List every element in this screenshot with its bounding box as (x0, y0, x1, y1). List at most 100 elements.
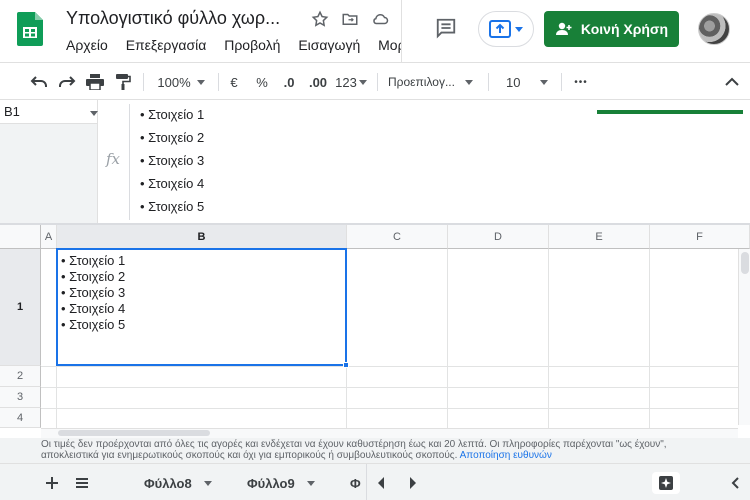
percent-format-button[interactable]: % (252, 71, 272, 93)
header-divider (401, 0, 402, 62)
share-label: Κοινή Χρήση (580, 21, 669, 37)
explore-sparkle-icon (659, 476, 673, 490)
vertical-scrollbar[interactable] (738, 249, 750, 425)
sheet-tab-label: Φ (350, 475, 361, 491)
add-sheet-icon[interactable] (42, 473, 62, 493)
document-title[interactable]: Υπολογιστικό φύλλο χωρ... (66, 8, 291, 29)
redo-icon[interactable] (56, 71, 78, 93)
scroll-tabs-right-icon[interactable] (404, 473, 422, 493)
sheet-tab[interactable]: Φύλλο9 (231, 468, 331, 498)
chevron-down-icon (203, 480, 212, 486)
row-header-1[interactable]: 1 (0, 249, 41, 366)
chevron-down-icon[interactable] (90, 111, 98, 116)
share-button[interactable]: Κοινή Χρήση (544, 11, 679, 47)
chevron-down-icon (358, 79, 367, 85)
font-size-select[interactable]: 10 (500, 71, 552, 93)
explore-button[interactable] (652, 472, 680, 494)
grid-line (41, 366, 738, 367)
column-header-f[interactable]: F (650, 225, 750, 249)
zoom-select[interactable]: 100% (150, 71, 212, 93)
chevron-down-icon (540, 79, 549, 85)
grid-line (41, 408, 738, 409)
decrease-decimals-button[interactable]: .0 (278, 71, 300, 93)
more-formats-label: 123 (335, 74, 357, 90)
spreadsheet-app: Υπολογιστικό φύλλο χωρ... Αρχείο Επεξεργ… (0, 0, 750, 500)
disclaimer-link[interactable]: Αποποίηση ευθυνών (460, 450, 552, 461)
select-all-corner[interactable] (0, 225, 41, 249)
cell-line: • Στοιχείο 2 (61, 269, 126, 284)
column-header-b[interactable]: B (57, 225, 347, 249)
row-header-3[interactable]: 3 (0, 387, 41, 408)
fx-icon: fx (106, 150, 121, 168)
all-sheets-icon[interactable] (72, 473, 92, 493)
menu-edit[interactable]: Επεξεργασία (126, 37, 207, 53)
sheet-tab-bar: Φύλλο8 Φύλλο9 Φ (0, 463, 750, 500)
grid-line (649, 249, 650, 428)
formula-divider (129, 104, 130, 220)
formula-line: • Στοιχείο 2 (140, 130, 205, 145)
formula-line: • Στοιχείο 5 (140, 199, 205, 214)
app-header: Υπολογιστικό φύλλο χωρ... Αρχείο Επεξεργ… (0, 0, 750, 62)
menu-format[interactable]: Μορ (378, 37, 402, 53)
collapse-side-panel-icon[interactable] (726, 473, 744, 493)
grid-line (41, 387, 738, 388)
horizontal-scrollbar-thumb[interactable] (58, 430, 210, 436)
present-button[interactable] (478, 11, 534, 47)
sheet-tab[interactable]: Φύλλο8 (128, 468, 228, 498)
toolbar-separator (143, 73, 144, 91)
sheet-tab-label: Φύλλο9 (247, 475, 295, 491)
currency-format-button[interactable]: € (224, 71, 244, 93)
chevron-down-icon (306, 480, 315, 486)
chevron-down-icon (464, 79, 473, 85)
font-select[interactable]: Προεπιλογ... (388, 71, 480, 93)
grid-line (548, 249, 549, 428)
tab-divider (366, 464, 367, 500)
column-header-c[interactable]: C (347, 225, 448, 249)
scroll-tabs-left-icon[interactable] (372, 473, 390, 493)
cell-line: • Στοιχείο 5 (61, 317, 126, 332)
star-icon[interactable] (310, 9, 330, 29)
toolbar-separator (488, 73, 489, 91)
cell-line: • Στοιχείο 1 (61, 253, 126, 268)
cell-line: • Στοιχείο 4 (61, 301, 126, 316)
column-header-e[interactable]: E (549, 225, 650, 249)
vertical-scrollbar-thumb[interactable] (741, 252, 749, 274)
paint-format-icon[interactable] (112, 71, 134, 93)
avatar[interactable] (698, 13, 730, 45)
sheet-tab-label: Φύλλο8 (144, 475, 192, 491)
undo-icon[interactable] (28, 71, 50, 93)
toolbar-separator (377, 73, 378, 91)
menu-view[interactable]: Προβολή (224, 37, 280, 53)
menu-file[interactable]: Αρχείο (66, 37, 108, 53)
print-icon[interactable] (84, 71, 106, 93)
name-box[interactable]: B1 (0, 100, 98, 124)
grid-line (447, 249, 448, 428)
disclaimer-text: Οι τιμές δεν προέρχονται από όλες τις αγ… (41, 439, 667, 461)
toolbar-separator (218, 73, 219, 91)
chevron-down-icon (196, 79, 205, 85)
formula-line: • Στοιχείο 3 (140, 153, 205, 168)
move-to-folder-icon[interactable] (340, 9, 360, 29)
font-value: Προεπιλογ... (388, 75, 455, 89)
menu-bar: Αρχείο Επεξεργασία Προβολή Εισαγωγή Μορ (66, 37, 402, 55)
column-header-a[interactable]: A (41, 225, 57, 249)
collapse-chevron-up-icon[interactable] (722, 71, 742, 93)
column-header-d[interactable]: D (448, 225, 549, 249)
formula-bar-input[interactable]: • Στοιχείο 1 • Στοιχείο 2 • Στοιχείο 3 •… (140, 103, 204, 218)
data-disclaimer-notice: Οι τιμές δεν προέρχονται από όλες τις αγ… (0, 438, 750, 463)
more-formats-select[interactable]: 123 (334, 71, 368, 93)
loading-progress-bar (597, 110, 743, 114)
formula-line: • Στοιχείο 4 (140, 176, 205, 191)
increase-decimals-button[interactable]: .00 (306, 71, 330, 93)
sheets-logo-icon[interactable] (17, 12, 43, 46)
more-options-button[interactable]: ••• (568, 71, 594, 93)
name-box-area (0, 124, 98, 224)
row-header-4[interactable]: 4 (0, 408, 41, 428)
selected-cell-b1[interactable]: • Στοιχείο 1 • Στοιχείο 2 • Στοιχείο 3 •… (56, 248, 347, 366)
fill-handle[interactable] (343, 362, 349, 368)
comments-icon[interactable] (433, 15, 459, 41)
cloud-saved-icon[interactable] (370, 9, 390, 29)
menu-insert[interactable]: Εισαγωγή (298, 37, 360, 53)
sheet-tab[interactable]: Φ (334, 468, 364, 498)
row-header-2[interactable]: 2 (0, 366, 41, 387)
